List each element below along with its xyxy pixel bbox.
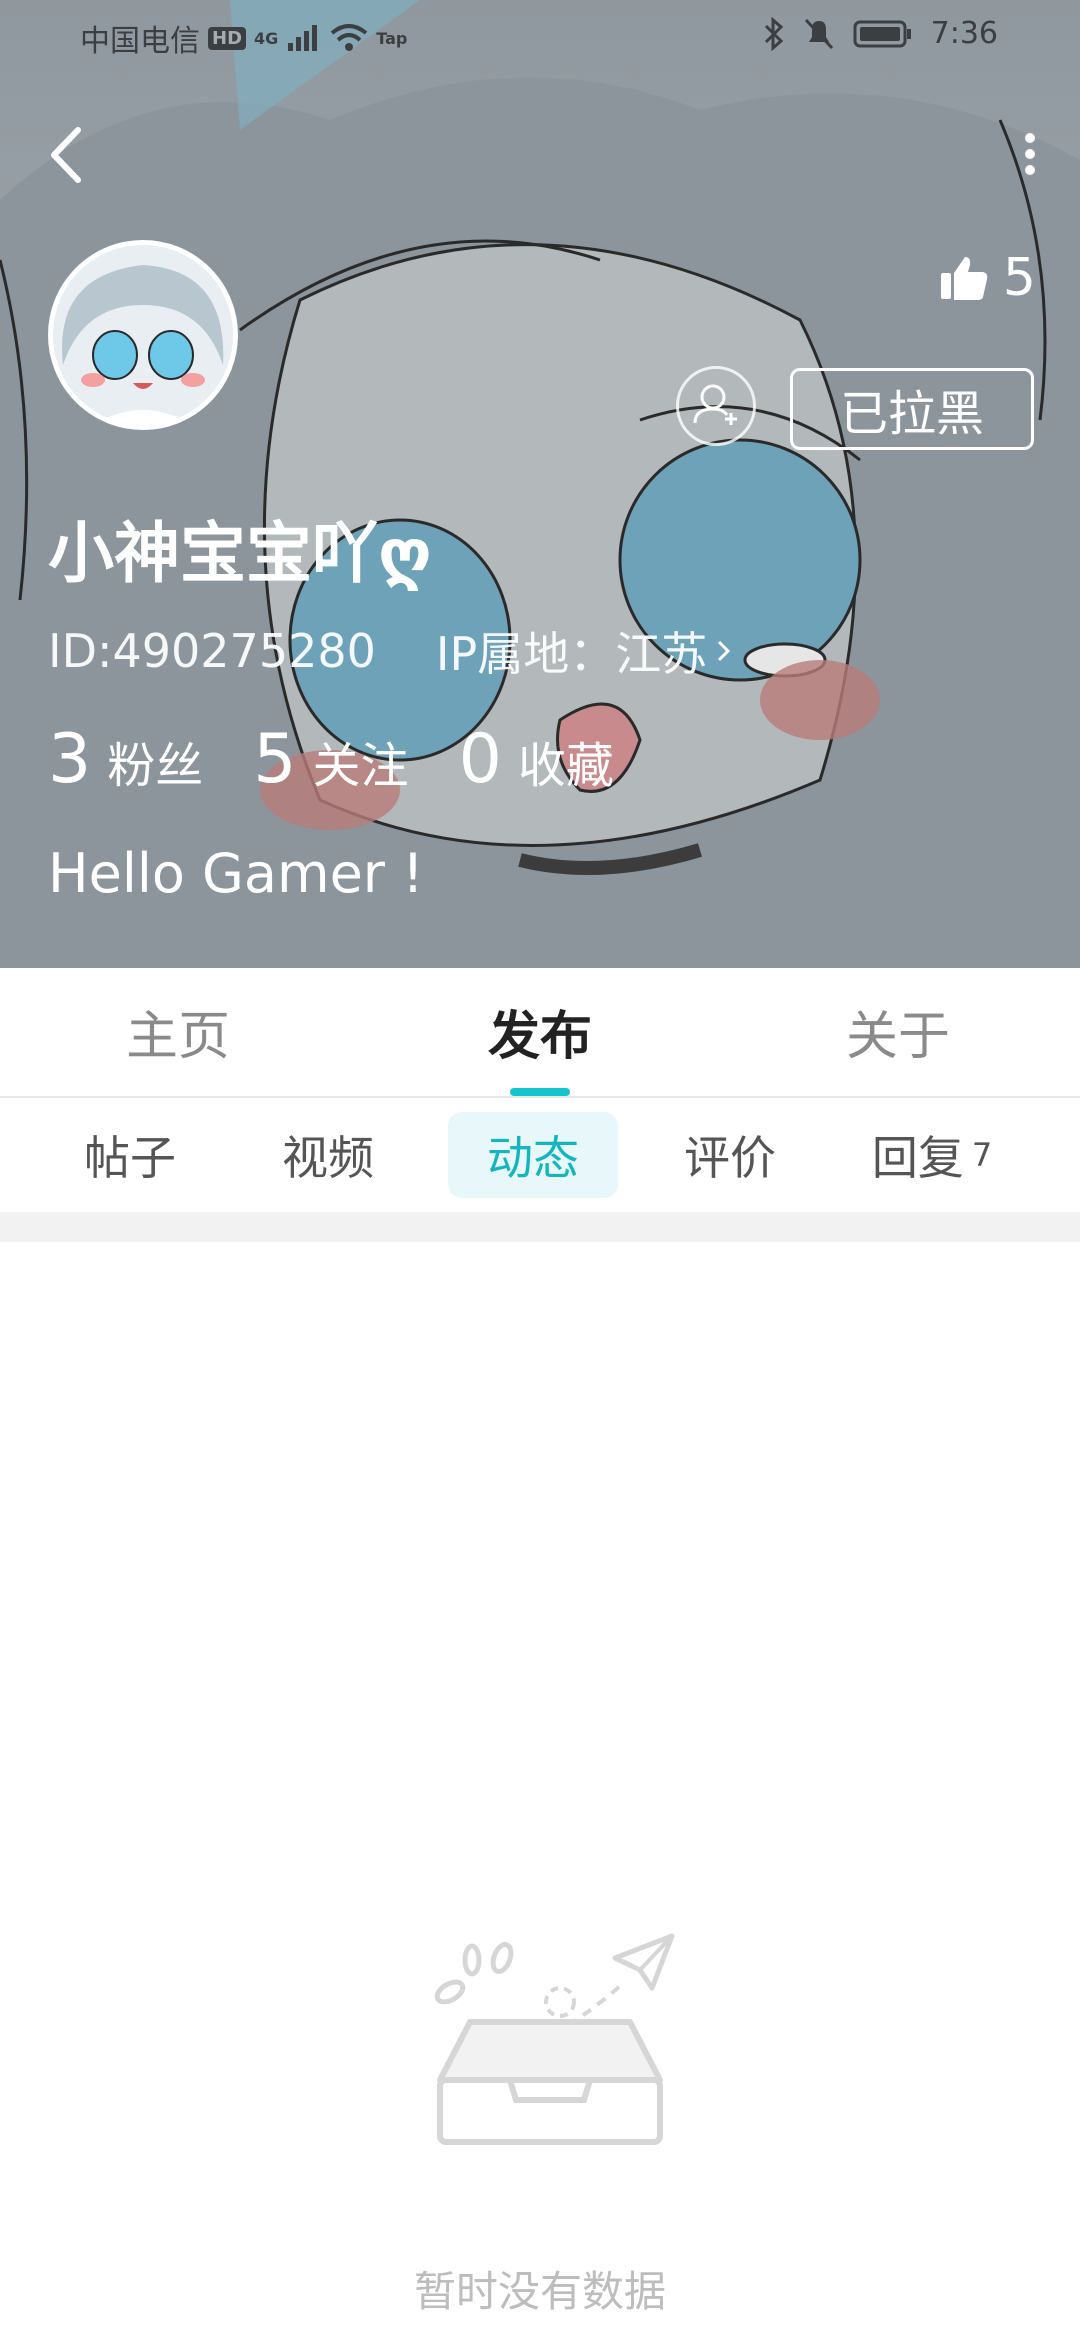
main-tab-bar: 主页 发布 关于 (0, 968, 1080, 1098)
profile-stats: 3 粉丝 5 关注 0 收藏 (48, 720, 664, 799)
follow-button[interactable] (676, 366, 756, 446)
ip-location-link[interactable]: IP属地：江苏 (436, 618, 735, 684)
carrier-label: 中国电信 (80, 24, 200, 59)
active-tab-indicator (510, 1088, 570, 1096)
network-type: 4G (254, 28, 279, 48)
status-bar: 中国电信 HD 4G Tap 7:36 (0, 0, 1080, 72)
subtab-replies-label: 回复 (871, 1131, 964, 1185)
subtab-reviews[interactable]: 评价 (660, 1112, 800, 1198)
subtab-posts[interactable]: 帖子 (60, 1112, 200, 1198)
sub-tab-bar: 帖子 视频 动态 评价 回复 7 (0, 1098, 1080, 1212)
banner-illustration (0, 0, 1080, 968)
stat-number: 0 (458, 720, 502, 799)
avatar-illustration (53, 245, 233, 425)
profile-header-banner: 中国电信 HD 4G Tap 7:36 5 已拉黑 小神宝宝吖ღ ID:4902… (0, 0, 1080, 968)
ip-location: IP属地：江苏 (435, 627, 708, 681)
stat-number: 5 (253, 720, 297, 799)
stat-following[interactable]: 5 关注 (253, 720, 408, 799)
tap-indicator: Tap (376, 28, 408, 48)
subtab-videos[interactable]: 视频 (258, 1112, 398, 1198)
signal-icon (288, 25, 318, 51)
like-counter[interactable]: 5 (939, 248, 1036, 308)
like-count: 5 (1002, 248, 1036, 308)
mute-bell-icon (804, 18, 833, 49)
stat-label: 收藏 (517, 738, 614, 794)
battery-icon (853, 20, 911, 47)
subtab-replies[interactable]: 回复 7 (862, 1112, 1002, 1198)
stat-fans[interactable]: 3 粉丝 (48, 720, 203, 799)
tab-home[interactable]: 主页 (126, 994, 230, 1069)
wifi-icon (331, 24, 368, 51)
user-id: ID:490275280 (48, 624, 376, 678)
profile-name: 小神宝宝吖ღ (48, 515, 432, 592)
chevron-right-icon (718, 640, 731, 662)
clock-time: 7:36 (930, 16, 998, 51)
stat-favorites[interactable]: 0 收藏 (459, 720, 614, 799)
stat-label: 粉丝 (107, 738, 204, 794)
thumbs-up-icon (940, 257, 988, 300)
bluetooth-icon (764, 16, 783, 51)
empty-inbox-icon (434, 1933, 675, 2145)
replies-count: 7 (971, 1136, 993, 1174)
avatar[interactable] (48, 240, 238, 430)
tab-about[interactable]: 关于 (846, 994, 950, 1069)
blocked-button[interactable]: 已拉黑 (790, 368, 1034, 450)
back-arrow-icon[interactable] (40, 120, 100, 190)
more-options-icon[interactable] (1010, 124, 1050, 184)
subtab-moments[interactable]: 动态 (448, 1112, 618, 1198)
tab-publish[interactable]: 发布 (488, 994, 592, 1069)
profile-bio: Hello Gamer ! (48, 842, 424, 905)
profile-meta: ID:490275280 IP属地：江苏 (48, 618, 735, 684)
section-divider (0, 1212, 1080, 1242)
hd-badge: HD (208, 26, 247, 50)
stat-number: 3 (48, 720, 92, 799)
stat-label: 关注 (312, 738, 409, 794)
add-user-icon (693, 384, 737, 425)
empty-state-text: 暂时没有数据 (413, 2267, 666, 2316)
